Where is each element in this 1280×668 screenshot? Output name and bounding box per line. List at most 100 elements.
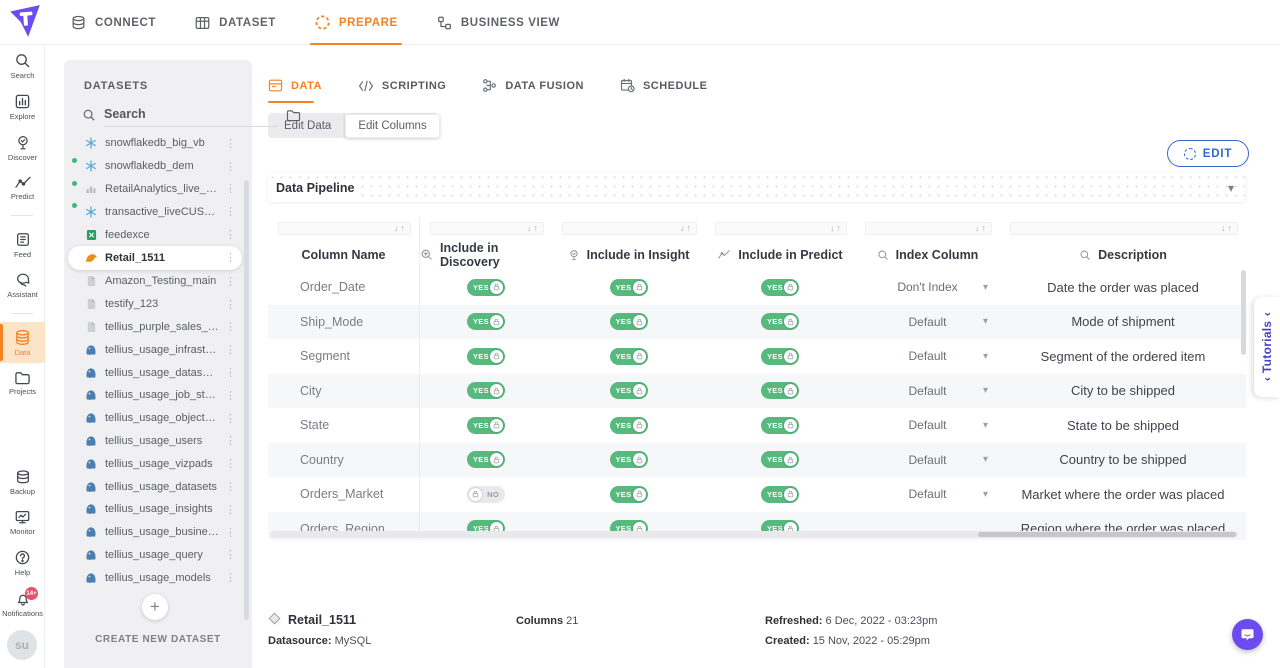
dataset-item-retailanalytics-live-test[interactable]: RetailAnalytics_live_test ⋮: [68, 178, 242, 201]
column-filter[interactable]: ↓↑: [715, 222, 847, 235]
toggle-yes[interactable]: YES: [610, 417, 648, 434]
dataset-item-testify-123[interactable]: testify_123 ⋮: [68, 293, 242, 316]
toggle-yes[interactable]: YES: [610, 313, 648, 330]
kebab-menu-icon[interactable]: ⋮: [219, 182, 242, 195]
kebab-menu-icon[interactable]: ⋮: [219, 412, 242, 425]
vertical-scrollbar[interactable]: [1241, 270, 1246, 355]
dataset-item-tellius-usage-infrastructure-[interactable]: tellius_usage_infrastructure... ⋮: [68, 338, 242, 361]
toggle-yes[interactable]: YES: [610, 348, 648, 365]
toggle-yes[interactable]: YES: [610, 451, 648, 468]
kebab-menu-icon[interactable]: ⋮: [219, 480, 242, 493]
toggle-yes[interactable]: YES: [610, 382, 648, 399]
dataset-item-tellius-usage-datasources[interactable]: tellius_usage_datasources ⋮: [68, 361, 242, 384]
kebab-menu-icon[interactable]: ⋮: [219, 160, 242, 173]
toggle-yes[interactable]: YES: [467, 451, 505, 468]
kebab-menu-icon[interactable]: ⋮: [219, 548, 242, 561]
data-pipeline-bar[interactable]: Data Pipeline ▾: [268, 173, 1246, 202]
nav-prepare[interactable]: PREPARE: [314, 0, 398, 45]
toggle-yes[interactable]: YES: [761, 486, 799, 503]
sort-arrows-icon[interactable]: ↓↑: [527, 223, 540, 233]
kebab-menu-icon[interactable]: ⋮: [219, 526, 242, 539]
toggle-yes[interactable]: YES: [467, 313, 505, 330]
rail-item-monitor[interactable]: Monitor: [0, 502, 45, 542]
chevron-down-icon[interactable]: ▾: [1228, 181, 1234, 195]
dataset-item-transactive-livecusttrans-[interactable]: transactive_liveCUSTTRANS... ⋮: [68, 200, 242, 223]
rail-item-assistant[interactable]: Assistant: [0, 265, 45, 305]
nav-business-view[interactable]: BUSINESS VIEW: [436, 0, 560, 45]
toggle-yes[interactable]: YES: [761, 313, 799, 330]
rail-item-predict[interactable]: Predict: [0, 168, 45, 207]
column-filter[interactable]: ↓↑: [430, 222, 544, 235]
kebab-menu-icon[interactable]: ⋮: [219, 298, 242, 311]
kebab-menu-icon[interactable]: ⋮: [219, 320, 242, 333]
kebab-menu-icon[interactable]: ⋮: [219, 251, 242, 264]
dataset-item-tellius-usage-models[interactable]: tellius_usage_models ⋮: [68, 566, 242, 589]
sidebar-scrollbar[interactable]: [244, 180, 249, 620]
create-dataset-label[interactable]: CREATE NEW DATASET: [64, 634, 252, 645]
toggle-no[interactable]: NO: [467, 486, 505, 503]
dataset-item-tellius-usage-query[interactable]: tellius_usage_query ⋮: [68, 544, 242, 567]
sort-arrows-icon[interactable]: ↓↑: [1221, 223, 1234, 233]
rail-item-feed[interactable]: Feed: [0, 224, 45, 265]
edit-button[interactable]: EDIT: [1167, 140, 1249, 167]
kebab-menu-icon[interactable]: ⋮: [219, 228, 242, 241]
kebab-menu-icon[interactable]: ⋮: [219, 366, 242, 379]
dataset-item-feedexce[interactable]: feedexce ⋮: [68, 223, 242, 246]
toggle-yes[interactable]: YES: [761, 348, 799, 365]
add-dataset-button[interactable]: +: [142, 594, 168, 620]
rail-item-projects[interactable]: Projects: [0, 363, 45, 402]
folder-icon[interactable]: [286, 109, 301, 122]
kebab-menu-icon[interactable]: ⋮: [219, 571, 242, 584]
kebab-menu-icon[interactable]: ⋮: [219, 137, 242, 150]
toggle-yes[interactable]: YES: [761, 451, 799, 468]
kebab-menu-icon[interactable]: ⋮: [219, 457, 242, 470]
index-column-select[interactable]: Default▾: [855, 443, 1000, 478]
toggle-yes[interactable]: YES: [467, 382, 505, 399]
search-input[interactable]: [104, 104, 278, 127]
index-column-select[interactable]: Default▾: [855, 408, 1000, 443]
column-filter[interactable]: ↓↑: [278, 222, 411, 235]
toggle-yes[interactable]: YES: [610, 486, 648, 503]
index-column-select[interactable]: Default▾: [855, 305, 1000, 340]
column-header-include-in-predict[interactable]: Include in Predict: [705, 239, 855, 270]
nav-dataset[interactable]: DATASET: [194, 0, 276, 45]
rail-item-search[interactable]: Search: [0, 45, 45, 86]
kebab-menu-icon[interactable]: ⋮: [219, 205, 242, 218]
dataset-item-tellius-purple-sales-feed-fin[interactable]: tellius_purple_sales_feed_fin ⋮: [68, 316, 242, 339]
rail-item-notifications[interactable]: 14+ Notifications: [0, 583, 45, 624]
rail-item-explore[interactable]: Explore: [0, 86, 45, 127]
sort-arrows-icon[interactable]: ↓↑: [830, 223, 843, 233]
column-filter[interactable]: ↓↑: [562, 222, 697, 235]
index-column-select[interactable]: Default▾: [855, 477, 1000, 512]
toggle-yes[interactable]: YES: [761, 382, 799, 399]
rail-item-help[interactable]: Help: [0, 542, 45, 583]
dataset-item-tellius-usage-vizpads[interactable]: tellius_usage_vizpads ⋮: [68, 452, 242, 475]
user-avatar[interactable]: su: [7, 630, 37, 660]
kebab-menu-icon[interactable]: ⋮: [219, 503, 242, 516]
sort-arrows-icon[interactable]: ↓↑: [394, 223, 407, 233]
horizontal-scrollbar-thumb[interactable]: [978, 532, 1236, 537]
column-filter[interactable]: ↓↑: [865, 222, 992, 235]
dataset-item-tellius-usage-businessviews[interactable]: tellius_usage_businessviews ⋮: [68, 521, 242, 544]
dataset-item-tellius-usage-users[interactable]: tellius_usage_users ⋮: [68, 430, 242, 453]
column-header-description[interactable]: Description: [1000, 239, 1246, 270]
kebab-menu-icon[interactable]: ⋮: [219, 389, 242, 402]
rail-item-discover[interactable]: Discover: [0, 127, 45, 168]
sort-arrows-icon[interactable]: ↓↑: [975, 223, 988, 233]
rail-item-backup[interactable]: Backup: [0, 462, 45, 502]
dataset-item-snowflakedb-big-vb[interactable]: snowflakedb_big_vb ⋮: [68, 132, 242, 155]
kebab-menu-icon[interactable]: ⋮: [219, 343, 242, 356]
index-column-select[interactable]: Default▾: [855, 339, 1000, 374]
column-header-include-in-insight[interactable]: Include in Insight: [552, 239, 705, 270]
toggle-yes[interactable]: YES: [761, 417, 799, 434]
column-header-include-in-discovery[interactable]: Include in Discovery: [420, 239, 552, 270]
segment-edit-columns[interactable]: Edit Columns: [345, 114, 439, 138]
nav-connect[interactable]: CONNECT: [70, 0, 156, 45]
index-column-select[interactable]: Default▾: [855, 374, 1000, 409]
tab-data-fusion[interactable]: DATA FUSION: [482, 78, 584, 103]
sort-arrows-icon[interactable]: ↓↑: [680, 223, 693, 233]
toggle-yes[interactable]: YES: [610, 279, 648, 296]
toggle-yes[interactable]: YES: [467, 417, 505, 434]
dataset-item-tellius-usage-object-usage[interactable]: tellius_usage_object_usage ⋮: [68, 407, 242, 430]
dataset-item-tellius-usage-datasets[interactable]: tellius_usage_datasets ⋮: [68, 475, 242, 498]
